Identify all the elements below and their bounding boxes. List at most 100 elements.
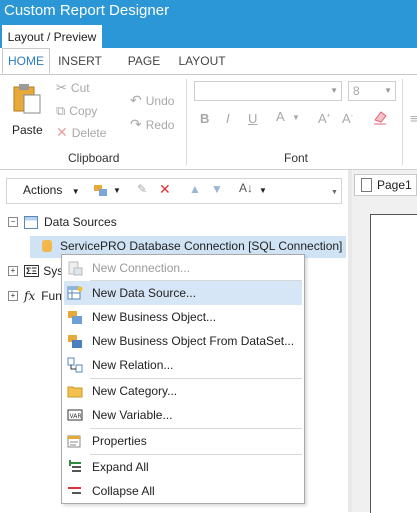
font-group-label: Font [284, 151, 309, 165]
relation-icon [67, 357, 83, 373]
font-size-combo[interactable]: 8 ▼ [348, 81, 396, 101]
function-icon: fx [24, 289, 36, 303]
menu-item-label: New Connection... [92, 261, 191, 275]
expand-icon[interactable]: + [8, 266, 18, 276]
font-family-combo[interactable]: ▼ [194, 81, 342, 101]
window-title: Custom Report Designer [4, 2, 170, 19]
tab-layout-preview[interactable]: Layout / Preview [2, 25, 102, 48]
undo-label: Undo [145, 93, 175, 108]
undo-icon: ↶ [130, 92, 142, 108]
tree-node-label: Fun [41, 289, 62, 303]
shrink-font-icon[interactable]: A- [342, 111, 353, 126]
ribbon-separator [402, 79, 403, 165]
tree-node-functions[interactable]: + fx Fun [8, 289, 62, 303]
clipboard-group-label: Clipboard [68, 151, 120, 165]
tree-node-label: ServicePRO Database Connection [SQL Conn… [60, 239, 343, 253]
page-icon [361, 178, 372, 192]
menu-item-new-business-object-from-dataset[interactable]: New Business Object From DataSet... [64, 329, 302, 353]
move-up-icon[interactable]: ▲ [189, 182, 201, 196]
business-object-icon [67, 309, 83, 325]
menu-item-collapse-all[interactable]: Collapse All [64, 479, 302, 503]
move-down-icon[interactable]: ▼ [211, 182, 223, 196]
properties-icon [67, 433, 83, 449]
copy-label: Copy [69, 104, 98, 118]
tree-node-data-sources[interactable]: − Data Sources [8, 215, 117, 229]
bold-button[interactable]: B [200, 111, 209, 126]
redo-label: Redo [145, 117, 175, 132]
redo-button[interactable]: ↷ Redo [130, 116, 174, 133]
edit-icon[interactable]: ✎ [137, 182, 147, 196]
italic-button[interactable]: I [226, 111, 230, 126]
actions-label: Actions [23, 183, 63, 197]
new-data-source-icon [67, 285, 83, 301]
sort-icon[interactable]: A↓ [239, 181, 253, 195]
tab-page1[interactable]: Page1 [354, 174, 417, 196]
scissors-icon: ✂ [56, 80, 67, 95]
tab-layout[interactable]: LAYOUT [176, 48, 228, 74]
page-tab-label: Page1 [377, 178, 412, 192]
actions-dropdown[interactable]: Actions ▼ [23, 183, 80, 197]
font-size-value: 8 [353, 84, 360, 98]
context-menu: New Connection... New Data Source... New… [61, 254, 305, 504]
undo-button[interactable]: ↶ Undo [130, 92, 174, 109]
chevron-down-icon[interactable]: ▼ [259, 186, 267, 195]
variable-icon: VAR [67, 407, 83, 423]
tree-node-system[interactable]: + ΣΞ Syst [8, 264, 67, 278]
chevron-down-icon[interactable]: ▼ [113, 186, 121, 195]
delete-x-icon: ✕ [56, 124, 68, 140]
redo-icon: ↷ [130, 116, 142, 132]
paste-label: Paste [12, 123, 43, 137]
ribbon-separator [186, 79, 187, 165]
title-bar: Custom Report Designer [0, 0, 417, 24]
menu-item-new-variable[interactable]: VAR New Variable... [64, 403, 302, 427]
menu-item-label: New Variable... [92, 408, 173, 422]
new-item-icon[interactable] [93, 182, 109, 201]
chevron-down-icon: ▼ [292, 113, 300, 122]
page-design-panel: Page1 [352, 170, 417, 513]
menu-item-properties[interactable]: Properties [64, 429, 302, 453]
tab-page[interactable]: PAGE [124, 48, 164, 74]
toolbar-overflow-icon[interactable]: ▼ [331, 189, 338, 196]
grow-font-icon[interactable]: A+ [318, 111, 331, 126]
tab-insert[interactable]: INSERT [58, 48, 102, 74]
menu-item-expand-all[interactable]: Expand All [64, 455, 302, 479]
menu-item-label: Collapse All [92, 484, 155, 498]
delete-button[interactable]: ✕ Delete [56, 124, 106, 141]
tab-home[interactable]: HOME [2, 48, 50, 74]
cut-button[interactable]: ✂ Cut [56, 80, 90, 96]
dictionary-toolbar: Actions ▼ ▼ ✎ ✕ ▲ ▼ A↓ ▼ ▼ [6, 178, 342, 204]
tree-node-label: Data Sources [44, 215, 117, 229]
menu-item-new-business-object[interactable]: New Business Object... [64, 305, 302, 329]
database-icon [42, 240, 52, 252]
collapse-all-icon [67, 483, 83, 499]
underline-button[interactable]: U [248, 111, 257, 126]
menu-item-label: Properties [92, 434, 147, 448]
menu-item-label: New Data Source... [92, 286, 197, 300]
expand-icon[interactable]: + [8, 291, 18, 301]
report-page-canvas[interactable] [370, 214, 417, 513]
folder-icon [67, 383, 83, 399]
copy-button[interactable]: ⧉ Copy [56, 103, 97, 119]
menu-item-label: New Business Object... [92, 310, 217, 324]
paste-icon [13, 84, 41, 114]
clear-format-icon[interactable] [372, 109, 388, 128]
chevron-down-icon: ▼ [330, 86, 338, 95]
menu-item-label: New Relation... [92, 358, 174, 372]
expand-all-icon [67, 459, 83, 475]
collapse-icon[interactable]: − [8, 217, 18, 227]
menu-item-new-connection[interactable]: New Connection... [64, 256, 302, 280]
menu-item-new-relation[interactable]: New Relation... [64, 353, 302, 377]
font-color-button[interactable]: A [276, 109, 285, 124]
menu-item-new-category[interactable]: New Category... [64, 379, 302, 403]
delete-icon[interactable]: ✕ [159, 181, 171, 198]
align-icon[interactable]: ≡ [410, 111, 417, 126]
new-connection-icon [67, 260, 83, 276]
menu-item-label: New Category... [92, 384, 178, 398]
menu-item-new-data-source[interactable]: New Data Source... [64, 281, 302, 305]
business-object-dataset-icon [67, 333, 83, 349]
tree-node-connection[interactable]: ServicePRO Database Connection [SQL Conn… [42, 239, 342, 253]
menu-item-label: Expand All [92, 460, 149, 474]
paste-button[interactable]: Paste [10, 81, 44, 141]
menu-item-label: New Business Object From DataSet... [92, 334, 295, 348]
cut-label: Cut [70, 81, 90, 95]
